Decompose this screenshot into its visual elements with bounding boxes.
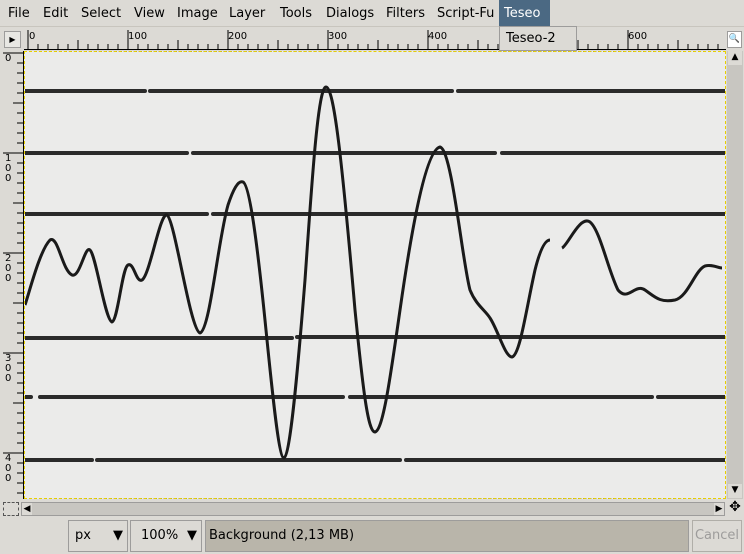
scroll-left-button[interactable]: ◀ [22,503,32,515]
ruler-label: 1 0 0 [5,153,12,184]
vertical-scrollbar[interactable]: ▲ ▼ [727,51,743,499]
ruler-label: 0 [5,53,12,64]
chevron-down-icon: ▼ [113,528,123,543]
ruler-label: 200 [228,31,248,42]
quick-mask-toggle[interactable]: ▶ [4,31,21,48]
ruler-label: 100 [128,31,148,42]
navigate-move-icon[interactable]: ✥ [727,500,743,517]
vertical-ruler[interactable]: 0 1 0 0 2 0 0 3 0 0 4 0 0 [3,51,24,499]
zoom-value: 100% [141,528,179,543]
menu-select[interactable]: Select [76,0,126,27]
ruler-label: 300 [328,31,348,42]
menu-layer[interactable]: Layer [224,0,270,27]
unit-value: px [75,528,91,543]
image-canvas[interactable] [23,51,727,499]
status-message: Background (2,13 MB) [205,520,689,552]
scroll-up-button[interactable]: ▲ [728,51,742,65]
menu-file[interactable]: File [3,0,35,27]
ruler-label: 4 0 0 [5,453,12,484]
zoom-to-fit-button[interactable]: 🔍 [727,31,742,48]
menu-filters[interactable]: Filters [381,0,430,27]
menu-view[interactable]: View [129,0,170,27]
unit-select[interactable]: px ▼ [68,520,128,552]
menu-teseo[interactable]: Teseo [499,0,550,27]
cancel-button[interactable]: Cancel [692,520,742,552]
menu-bar: File Edit Select View Image Layer Tools … [0,0,744,27]
menu-image[interactable]: Image [172,0,223,27]
scroll-down-button[interactable]: ▼ [728,484,742,498]
status-bar: px ▼ 100% ▼ Background (2,13 MB) Cancel [0,518,744,554]
scanned-waveform-image [23,85,727,462]
menu-script-fu[interactable]: Script-Fu [432,0,499,27]
horizontal-ruler[interactable]: 0 100 200 300 400 600 [24,30,726,50]
ruler-label: 2 0 0 [5,253,12,284]
menu-edit[interactable]: Edit [38,0,73,27]
horizontal-scrollbar[interactable]: ◀ ▶ [21,502,725,516]
teseo-dropdown: Teseo-2 [499,26,577,51]
play-icon: ▶ [9,35,16,44]
scroll-right-button[interactable]: ▶ [714,503,724,515]
menu-item-teseo-2[interactable]: Teseo-2 [506,31,556,46]
ruler-label: 400 [428,31,448,42]
ruler-label: 600 [628,31,648,42]
menu-tools[interactable]: Tools [275,0,317,27]
navigate-selection-icon[interactable] [3,502,19,516]
chevron-down-icon: ▼ [187,528,197,543]
ruler-label: 3 0 0 [5,353,12,384]
zoom-select[interactable]: 100% ▼ [130,520,202,552]
ruler-label: 0 [29,31,36,42]
menu-dialogs[interactable]: Dialogs [321,0,379,27]
pointer-coordinates [0,520,68,552]
magnifier-icon: 🔍 [728,34,741,44]
